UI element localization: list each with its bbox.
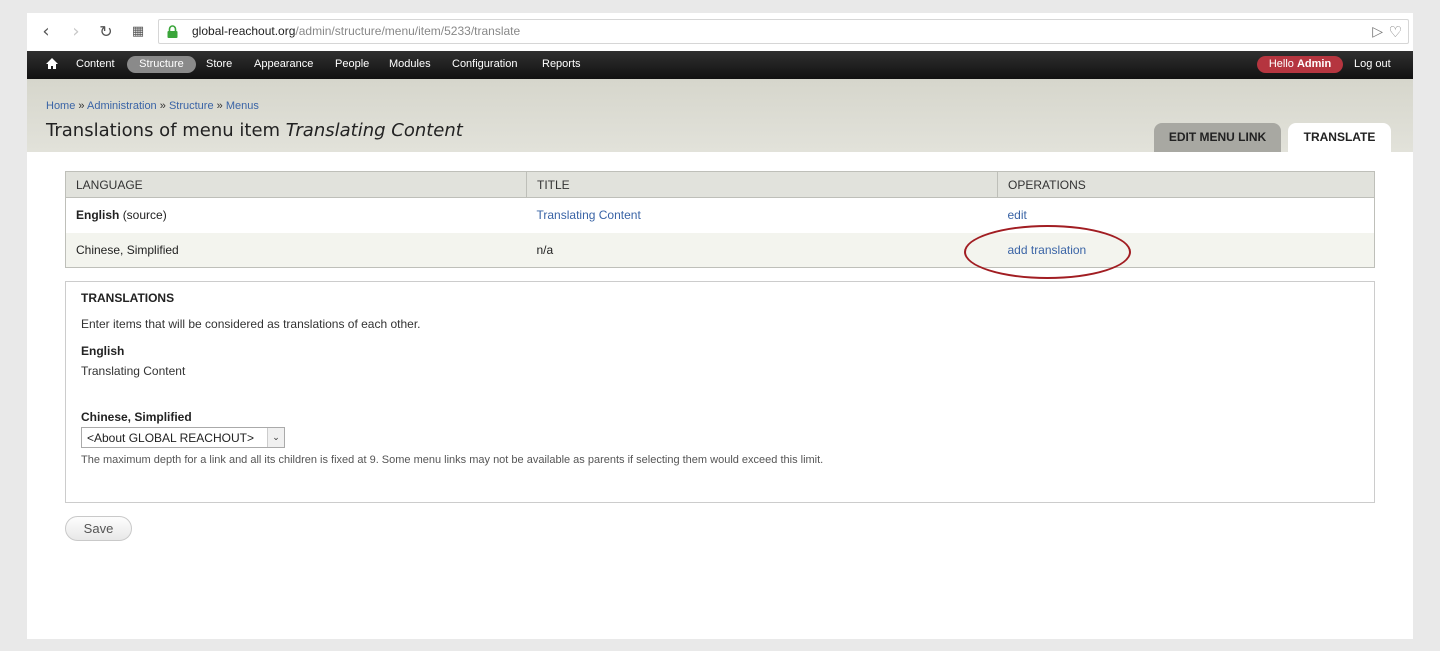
toolbar-content[interactable]: Content [76,58,115,70]
toolbar-configuration[interactable]: Configuration [452,58,517,70]
title-link[interactable]: Translating Content [537,208,641,222]
toolbar-people[interactable]: People [335,58,369,70]
toolbar-modules[interactable]: Modules [389,58,431,70]
lock-icon [167,25,178,38]
highlight-circle [964,225,1131,279]
breadcrumb-separator: » [216,100,223,112]
address-bar[interactable]: global-reachout.org/admin/structure/menu… [158,19,1409,44]
breadcrumb-home[interactable]: Home [46,100,75,112]
chevron-down-icon: ⌄ [267,428,284,447]
hello-admin-badge[interactable]: Hello Admin [1257,56,1343,73]
depth-help-text: The maximum depth for a link and all its… [81,454,824,466]
select-value: <About GLOBAL REACHOUT> [87,431,254,445]
table-row: English (source) Translating Content edi… [65,197,1375,233]
breadcrumb-separator: » [78,100,85,112]
english-value: Translating Content [81,364,186,378]
chinese-translation-select[interactable]: <About GLOBAL REACHOUT> ⌄ [81,427,285,448]
language-cell: Chinese, Simplified [65,232,527,268]
admin-toolbar: Content Structure Store Appearance Peopl… [27,51,1413,79]
tab-translate[interactable]: TRANSLATE [1288,123,1391,152]
title-cell: n/a [526,232,998,268]
column-header-title: TITLE [526,171,998,198]
logout-link[interactable]: Log out [1354,58,1391,70]
toolbar-reports[interactable]: Reports [542,58,581,70]
heart-icon[interactable]: ♡ [1389,23,1402,41]
browser-window: ‹ › ↻ ▦ global-reachout.org/admin/struct… [27,13,1413,639]
edit-link[interactable]: edit [1008,208,1027,222]
translations-table: LANGUAGE TITLE OPERATIONS English (sourc… [65,171,1375,268]
home-icon[interactable] [45,57,59,71]
page-title-prefix: Translations of menu item [46,120,281,141]
fieldset-legend: TRANSLATIONS [81,291,175,305]
hello-user: Admin [1296,58,1332,70]
reload-icon[interactable]: ↻ [95,21,117,43]
title-cell: Translating Content [526,197,998,233]
tab-edit-menu-link[interactable]: EDIT MENU LINK [1154,123,1281,152]
toolbar-structure[interactable]: Structure [127,56,196,73]
breadcrumb-structure[interactable]: Structure [169,100,214,112]
breadcrumb-separator: » [159,100,166,112]
page-header: Home » Administration » Structure » Menu… [27,79,1413,152]
speed-dial-icon[interactable]: ▦ [127,21,149,43]
chinese-label: Chinese, Simplified [81,410,192,424]
url-text: global-reachout.org/admin/structure/menu… [192,24,520,38]
url-host: global-reachout.org [192,24,296,38]
translations-fieldset: TRANSLATIONS Enter items that will be co… [65,281,1375,503]
language-cell: English (source) [65,197,527,233]
breadcrumb-menus[interactable]: Menus [226,100,259,112]
url-path: /admin/structure/menu/item/5233/translat… [295,24,521,38]
page-title: Translations of menu item Translating Co… [46,120,463,141]
back-icon[interactable]: ‹ [35,21,57,43]
column-header-language: LANGUAGE [65,171,527,198]
language-name: English [76,208,120,223]
breadcrumb: Home » Administration » Structure » Menu… [46,100,259,112]
forward-icon[interactable]: › [65,21,87,43]
language-note: (source) [122,208,167,223]
page-title-item: Translating Content [285,120,463,141]
browser-bar: ‹ › ↻ ▦ global-reachout.org/admin/struct… [27,13,1413,51]
hello-prefix: Hello [1268,58,1294,70]
send-icon[interactable]: ▷ [1372,24,1383,40]
toolbar-store[interactable]: Store [206,58,232,70]
save-button[interactable]: Save [65,516,132,541]
toolbar-appearance[interactable]: Appearance [254,58,313,70]
table-row: Chinese, Simplified n/a add translation [65,232,1375,268]
english-label: English [81,344,125,358]
fieldset-description: Enter items that will be considered as t… [81,317,421,331]
column-header-operations: OPERATIONS [997,171,1375,198]
breadcrumb-administration[interactable]: Administration [87,100,157,112]
